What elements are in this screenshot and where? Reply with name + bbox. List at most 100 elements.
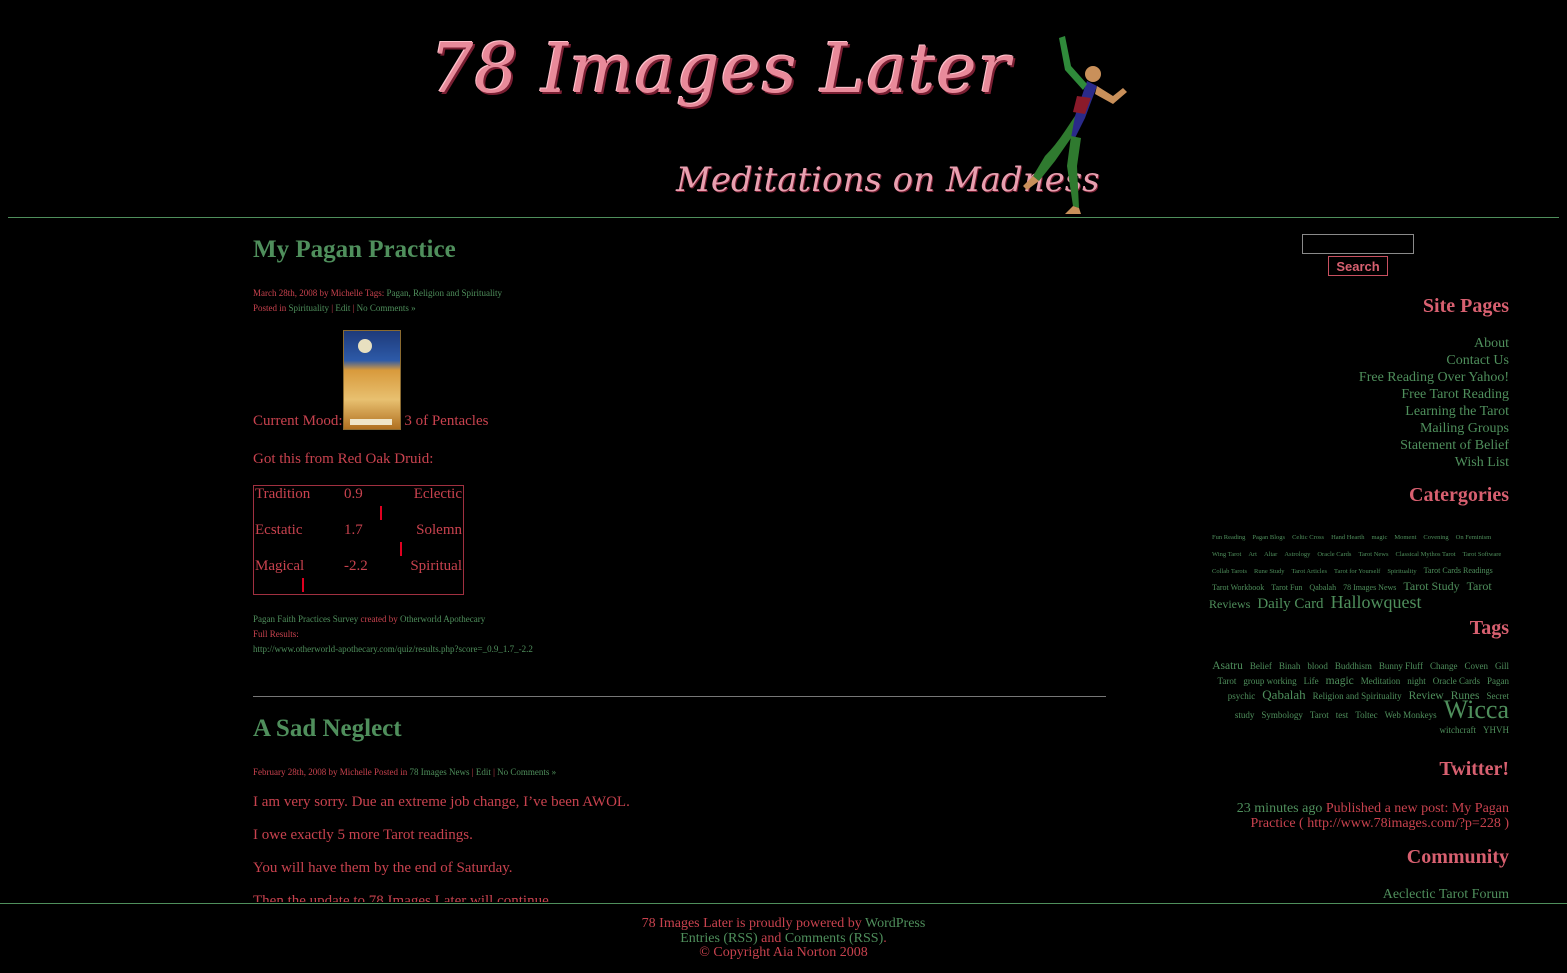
tag-link[interactable]: Asatru xyxy=(1212,660,1243,672)
post-tags-links[interactable]: Pagan, Religion and Spirituality xyxy=(386,288,502,298)
category-link[interactable]: Spirituality xyxy=(1387,568,1416,575)
tag-link[interactable]: magic xyxy=(1326,675,1354,687)
tags-heading: Tags xyxy=(1469,617,1509,639)
category-link[interactable]: Art xyxy=(1248,551,1257,558)
category-link[interactable]: Astrology xyxy=(1284,551,1310,558)
entries-rss-link[interactable]: Entries (RSS) xyxy=(680,931,757,946)
category-link[interactable]: Rune Study xyxy=(1254,568,1285,575)
survey-link[interactable]: Pagan Faith Practices Survey xyxy=(253,614,358,624)
edit-link[interactable]: Edit xyxy=(476,767,491,777)
tag-link[interactable]: test xyxy=(1336,710,1349,720)
category-link[interactable]: Pagan Blogs xyxy=(1252,534,1285,541)
category-link[interactable]: 78 Images News xyxy=(1343,583,1396,592)
category-link[interactable]: Tarot News xyxy=(1358,551,1388,558)
category-link[interactable]: Tarot Study xyxy=(1403,579,1459,593)
category-link[interactable]: Fun Reading xyxy=(1212,534,1245,541)
site-page-link[interactable]: Mailing Groups xyxy=(1359,420,1509,437)
survey-author-link[interactable]: Otherworld Apothecary xyxy=(400,614,485,624)
quiz-row: Ecstatic 1.7 Solemn xyxy=(255,522,462,542)
post-category-link[interactable]: 78 Images News xyxy=(410,767,470,777)
site-page-link[interactable]: Wish List xyxy=(1359,454,1509,471)
tag-link[interactable]: Bunny Fluff xyxy=(1379,661,1423,671)
category-link[interactable]: Moment xyxy=(1394,534,1416,541)
category-link[interactable]: Tarot Software xyxy=(1463,551,1502,558)
post-date: February 28th, 2008 xyxy=(253,767,327,777)
post-paragraph: You will have them by the end of Saturda… xyxy=(253,860,513,876)
category-link[interactable]: Tarot Fun xyxy=(1271,583,1302,592)
site-pages-heading: Site Pages xyxy=(1422,295,1509,317)
tag-link[interactable]: Toltec xyxy=(1355,710,1377,720)
category-link[interactable]: Wing Tarot xyxy=(1212,551,1241,558)
site-page-link[interactable]: Learning the Tarot xyxy=(1359,403,1509,420)
category-link[interactable]: On Feminism xyxy=(1456,534,1492,541)
tag-link[interactable]: Tarot xyxy=(1310,710,1329,720)
edit-link[interactable]: Edit xyxy=(335,303,350,313)
tag-link[interactable]: Wicca xyxy=(1444,695,1509,724)
category-link[interactable]: Qabalah xyxy=(1309,583,1336,592)
post-intro: Got this from Red Oak Druid: xyxy=(253,451,434,467)
comments-link[interactable]: No Comments » xyxy=(357,303,416,313)
tag-link[interactable]: Pagan xyxy=(1487,676,1509,686)
category-link[interactable]: Tarot Cards Readings xyxy=(1424,566,1493,575)
tag-link[interactable]: Belief xyxy=(1250,661,1272,671)
tag-link[interactable]: Web Monkeys xyxy=(1385,710,1437,720)
tag-link[interactable]: Coven xyxy=(1464,661,1488,671)
site-pages-list: About Contact Us Free Reading Over Yahoo… xyxy=(1359,335,1509,471)
category-link[interactable]: Collab Tarots xyxy=(1212,568,1247,575)
category-link[interactable]: Celtic Cross xyxy=(1292,534,1324,541)
tag-link[interactable]: study xyxy=(1235,710,1255,720)
site-page-link[interactable]: Contact Us xyxy=(1359,352,1509,369)
site-page-link[interactable]: Statement of Belief xyxy=(1359,437,1509,454)
category-link[interactable]: Hallowquest xyxy=(1331,592,1422,612)
tag-link[interactable]: blood xyxy=(1307,661,1328,671)
search-button[interactable]: Search xyxy=(1328,256,1388,276)
tag-link[interactable]: Qabalah xyxy=(1262,687,1305,702)
category-link[interactable]: Hand Hearth xyxy=(1331,534,1364,541)
category-link[interactable]: Covening xyxy=(1423,534,1448,541)
category-link[interactable]: magic xyxy=(1371,534,1387,541)
category-link[interactable]: Tarot Workbook xyxy=(1212,583,1264,592)
category-link[interactable]: Classical Mythos Tarot xyxy=(1396,551,1456,558)
tag-link[interactable]: psychic xyxy=(1228,691,1256,701)
tag-link[interactable]: Meditation xyxy=(1361,676,1401,686)
header-divider xyxy=(8,217,1559,218)
tag-link[interactable]: Review xyxy=(1409,690,1444,702)
search-input[interactable] xyxy=(1302,234,1414,254)
site-logo-title[interactable]: 78 Images Later xyxy=(430,30,1011,109)
category-link[interactable]: Altar xyxy=(1264,551,1277,558)
results-url-link[interactable]: http://www.otherworld-apothecary.com/qui… xyxy=(253,644,533,654)
post-title-link[interactable]: My Pagan Practice xyxy=(253,236,456,264)
tag-link[interactable]: Change xyxy=(1430,661,1458,671)
wordpress-link[interactable]: WordPress xyxy=(865,916,925,931)
survey-credits: Pagan Faith Practices Survey created by … xyxy=(253,612,533,657)
tag-link[interactable]: witchcraft xyxy=(1440,725,1476,735)
post-title-link[interactable]: A Sad Neglect xyxy=(253,715,402,743)
tag-link[interactable]: Life xyxy=(1304,676,1319,686)
quiz-left-label: Ecstatic xyxy=(255,522,303,538)
category-link[interactable]: Daily Card xyxy=(1257,596,1323,612)
post-by: by xyxy=(319,288,329,298)
tag-link[interactable]: Buddhism xyxy=(1335,661,1372,671)
footer-site-link[interactable]: 78 Images Later xyxy=(642,916,733,931)
tag-link[interactable]: night xyxy=(1407,676,1426,686)
tag-link[interactable]: Binah xyxy=(1279,661,1301,671)
dancer-figure-image xyxy=(1023,36,1127,214)
category-link[interactable]: Oracle Cards xyxy=(1317,551,1351,558)
tag-link[interactable]: Symbology xyxy=(1261,710,1303,720)
site-page-link[interactable]: Free Tarot Reading xyxy=(1359,386,1509,403)
quiz-left-label: Tradition xyxy=(255,486,311,502)
site-page-link[interactable]: Free Reading Over Yahoo! xyxy=(1359,369,1509,386)
tag-link[interactable]: group working xyxy=(1243,676,1296,686)
community-link[interactable]: Aeclectic Tarot Forum xyxy=(1383,886,1509,902)
comments-rss-link[interactable]: Comments (RSS) xyxy=(785,931,883,946)
tag-link[interactable]: Religion and Spirituality xyxy=(1313,691,1402,701)
category-link[interactable]: Tarot for Yourself xyxy=(1334,568,1380,575)
site-page-link[interactable]: About xyxy=(1359,335,1509,352)
quiz-score: -2.2 xyxy=(344,558,368,574)
category-link[interactable]: Tarot Articles xyxy=(1292,568,1327,575)
tag-link[interactable]: YHVH xyxy=(1483,725,1509,735)
twitter-time-link[interactable]: 23 minutes ago xyxy=(1237,801,1323,816)
post-category-link[interactable]: Spirituality xyxy=(289,303,330,313)
tag-link[interactable]: Oracle Cards xyxy=(1433,676,1480,686)
comments-link[interactable]: No Comments » xyxy=(497,767,556,777)
